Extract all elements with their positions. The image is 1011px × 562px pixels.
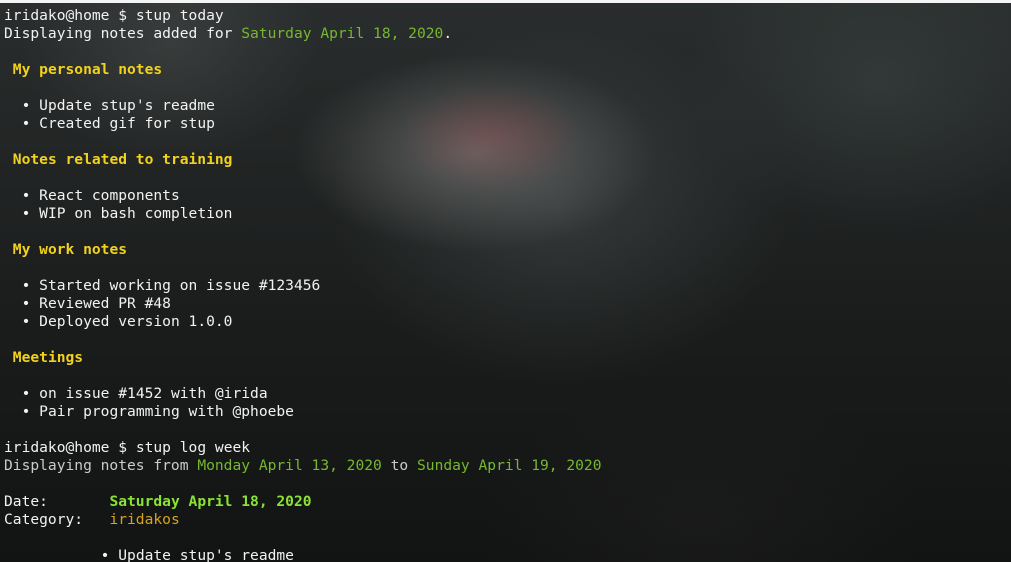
- prompt-symbol: $: [118, 439, 128, 456]
- display-line: Displaying notes from Monday April 13, 2…: [4, 457, 602, 475]
- display-to-date: Sunday April 19, 2020: [417, 457, 602, 474]
- list-item: • Update stup's readme: [4, 97, 602, 115]
- list-item-text: WIP on bash completion: [39, 205, 233, 222]
- list-item-text: Created gif for stup: [39, 115, 215, 132]
- list-item-text: Deployed version 1.0.0: [39, 313, 233, 330]
- list-item: • WIP on bash completion: [4, 205, 602, 223]
- list-item: • Deployed version 1.0.0: [4, 313, 602, 331]
- display-from-date: Monday April 13, 2020: [197, 457, 382, 474]
- prompt-user: iridako@home: [4, 7, 110, 24]
- section-title-text: My personal notes: [12, 61, 163, 78]
- bullet-icon: •: [100, 547, 110, 562]
- prompt-symbol: $: [118, 7, 128, 24]
- section-title-text: Notes related to training: [12, 151, 233, 168]
- prompt-line: iridako@home $ stup log week: [4, 439, 602, 457]
- list-item-text: Update stup's readme: [39, 97, 215, 114]
- log-date-value: Saturday April 18, 2020: [109, 493, 312, 510]
- list-item: • Created gif for stup: [4, 115, 602, 133]
- log-category-label: Category:: [4, 511, 84, 528]
- section-title: Meetings: [4, 349, 602, 367]
- list-item-text: Started working on issue #123456: [39, 277, 321, 294]
- list-item-text: Update stup's readme: [118, 547, 294, 562]
- display-prefix: Displaying notes from: [4, 457, 189, 474]
- log-category-value: iridakos: [109, 511, 180, 528]
- list-item: • Pair programming with @phoebe: [4, 403, 602, 421]
- bullet-icon: •: [21, 115, 31, 132]
- prompt-command: stup log week: [135, 439, 251, 456]
- display-prefix: Displaying notes added for: [4, 25, 233, 42]
- list-item-text: React components: [39, 187, 180, 204]
- display-middle: to: [390, 457, 409, 474]
- list-item: • on issue #1452 with @irida: [4, 385, 602, 403]
- log-date-line: Date: Saturday April 18, 2020: [4, 493, 602, 511]
- bullet-icon: •: [21, 205, 31, 222]
- bullet-icon: •: [21, 277, 31, 294]
- prompt-line: iridako@home $ stup today: [4, 7, 602, 25]
- log-category-line: Category: iridakos: [4, 511, 602, 529]
- terminal-output[interactable]: iridako@home $ stup today Displaying not…: [4, 7, 602, 562]
- prompt-command: stup today: [135, 7, 224, 24]
- section-title: My work notes: [4, 241, 602, 259]
- prompt-user: iridako@home: [4, 439, 110, 456]
- display-date: Saturday April 18, 2020: [241, 25, 444, 42]
- log-date-label: Date:: [4, 493, 48, 510]
- bullet-icon: •: [21, 313, 31, 330]
- bullet-icon: •: [21, 295, 31, 312]
- list-item: • Reviewed PR #48: [4, 295, 602, 313]
- list-item: • React components: [4, 187, 602, 205]
- list-item-text: Pair programming with @phoebe: [39, 403, 294, 420]
- bullet-icon: •: [21, 97, 31, 114]
- section-title-text: My work notes: [12, 241, 128, 258]
- list-item: • Started working on issue #123456: [4, 277, 602, 295]
- list-item-text: on issue #1452 with @irida: [39, 385, 268, 402]
- section-title-text: Meetings: [12, 349, 84, 366]
- list-item: • Update stup's readme: [4, 547, 602, 562]
- bullet-icon: •: [21, 403, 31, 420]
- bullet-icon: •: [21, 187, 31, 204]
- section-title: Notes related to training: [4, 151, 602, 169]
- display-suffix: .: [443, 25, 453, 42]
- bullet-icon: •: [21, 385, 31, 402]
- list-item-text: Reviewed PR #48: [39, 295, 171, 312]
- terminal-window[interactable]: iridako@home $ stup today Displaying not…: [0, 3, 1011, 562]
- section-title: My personal notes: [4, 61, 602, 79]
- display-line: Displaying notes added for Saturday Apri…: [4, 25, 602, 43]
